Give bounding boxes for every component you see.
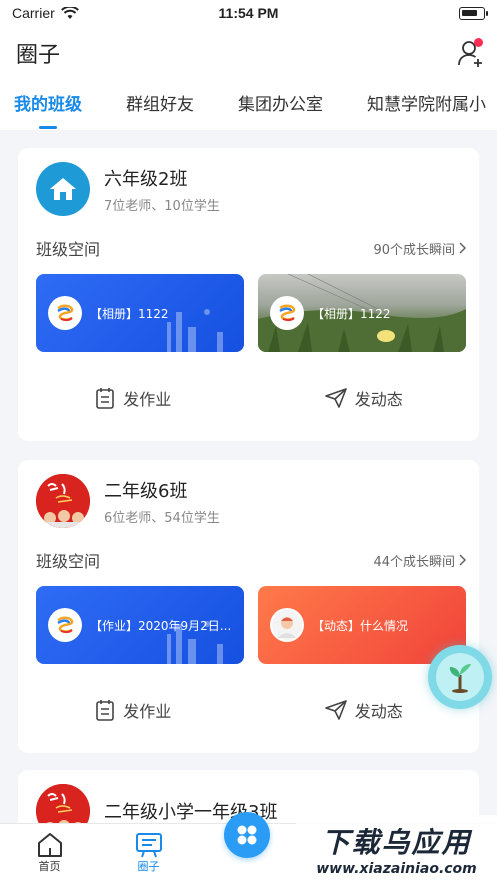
class-space-label: 班级空间 [36,240,101,259]
sprout-icon [449,664,471,693]
carrier-label: Carrier [12,5,55,21]
notification-dot [474,38,483,47]
status-bar: Carrier 11:54 PM [0,0,497,26]
add-friend-button[interactable] [457,38,485,68]
class-name: 六年级2班 [104,168,188,190]
app-logo-icon [48,296,82,330]
moment-tiles: 【相册】1122 【相册】1122 [36,274,466,352]
class-name: 二年级6班 [104,480,188,502]
class-members: 7位老师、10位学生 [104,198,220,214]
tab-my-classes[interactable]: 我的班级 [14,90,82,121]
moment-tiles: 【作业】2020年9月2日... 【动态】什么情况 [36,586,466,664]
city-decoration-icon [167,621,223,664]
moment-tile-text: 【作业】2020年9月2日... [90,618,232,633]
class-space-row: 班级空间 44个成长瞬间 [36,548,467,572]
growth-moments-link[interactable]: 44个成长瞬间 [373,551,467,570]
tab-circle[interactable]: 圈子 [99,824,198,883]
apps-grid-icon [237,825,257,845]
assign-homework-label: 发作业 [123,702,172,721]
post-update-label: 发动态 [354,702,403,721]
class-members: 6位老师、54位学生 [104,510,220,526]
chevron-right-icon [459,554,467,566]
send-icon [324,700,347,720]
assign-homework-button[interactable]: 发作业 [18,698,249,722]
wifi-icon [60,6,79,19]
user-avatar-icon [270,608,304,642]
home-icon [50,178,76,200]
status-left: Carrier [12,5,79,21]
post-update-button[interactable]: 发动态 [249,386,480,410]
circle-tab-icon [135,833,162,858]
class-avatar [36,162,90,216]
sprout-button-inner [436,653,484,701]
class-photo-icon [36,474,90,528]
home-tab-icon [37,833,62,857]
battery-icon [459,6,488,20]
growth-moments-link[interactable]: 90个成长瞬间 [373,239,467,258]
class-card[interactable]: 二年级6班 6位老师、54位学生 班级空间 44个成长瞬间 【作业】2020年9… [18,460,479,753]
app-logo-icon [270,296,304,330]
status-time: 11:54 PM [218,5,279,21]
class-avatar [36,474,90,528]
tab-group-office[interactable]: 集团办公室 [238,90,323,121]
app-logo-icon [48,608,82,642]
watermark-logo: 下载乌应用 www.xiazainiao.com [296,815,497,883]
card-actions: 发作业 发动态 [18,698,479,722]
moment-tile-text: 【动态】什么情况 [312,618,409,633]
class-card-header[interactable]: 二年级6班 6位老师、54位学生 [36,474,220,528]
moment-tile[interactable]: 【相册】1122 [36,274,244,352]
class-card[interactable]: 六年级2班 7位老师、10位学生 班级空间 90个成长瞬间 【相册】1122 【… [18,148,479,441]
moment-tile-text: 【相册】1122 [90,306,169,321]
page-title: 圈子 [16,43,61,68]
class-card-header[interactable]: 六年级2班 7位老师、10位学生 [36,162,220,216]
send-icon [324,388,347,408]
post-update-label: 发动态 [354,390,403,409]
class-space-label: 班级空间 [36,552,101,571]
tab-circle-label: 圈子 [137,860,160,873]
group-tabs: 我的班级 群组好友 集团办公室 知慧学院附属小 [0,80,497,130]
tab-home[interactable]: 首页 [0,824,99,883]
class-avatar [36,784,90,823]
assign-homework-label: 发作业 [123,390,172,409]
chevron-right-icon [459,242,467,254]
city-decoration-icon [167,309,223,352]
class-photo-icon [36,784,90,823]
assign-homework-button[interactable]: 发作业 [18,386,249,410]
tab-school[interactable]: 知慧学院附属小 [367,90,486,121]
growth-sprout-button[interactable] [428,645,492,709]
homework-icon [96,388,115,409]
tab-center [198,812,297,883]
watermark-url: www.xiazainiao.com [316,861,477,877]
growth-moments-count: 90个成长瞬间 [373,242,455,258]
moment-tile[interactable]: 【动态】什么情况 [258,586,466,664]
tab-groups-friends[interactable]: 群组好友 [126,90,194,121]
watermark-main-text: 下载乌应用 [321,826,472,859]
homework-icon [96,700,115,721]
page-header: 圈子 [0,26,497,80]
class-space-row: 班级空间 90个成长瞬间 [36,236,467,260]
growth-moments-count: 44个成长瞬间 [373,554,455,570]
moment-tile[interactable]: 【相册】1122 [258,274,466,352]
moment-tile-text: 【相册】1122 [312,306,391,321]
card-actions: 发作业 发动态 [18,386,479,410]
tab-home-label: 首页 [38,860,61,873]
moment-tile[interactable]: 【作业】2020年9月2日... [36,586,244,664]
class-list[interactable]: 六年级2班 7位老师、10位学生 班级空间 90个成长瞬间 【相册】1122 【… [0,130,497,823]
apps-center-button[interactable] [224,812,270,858]
